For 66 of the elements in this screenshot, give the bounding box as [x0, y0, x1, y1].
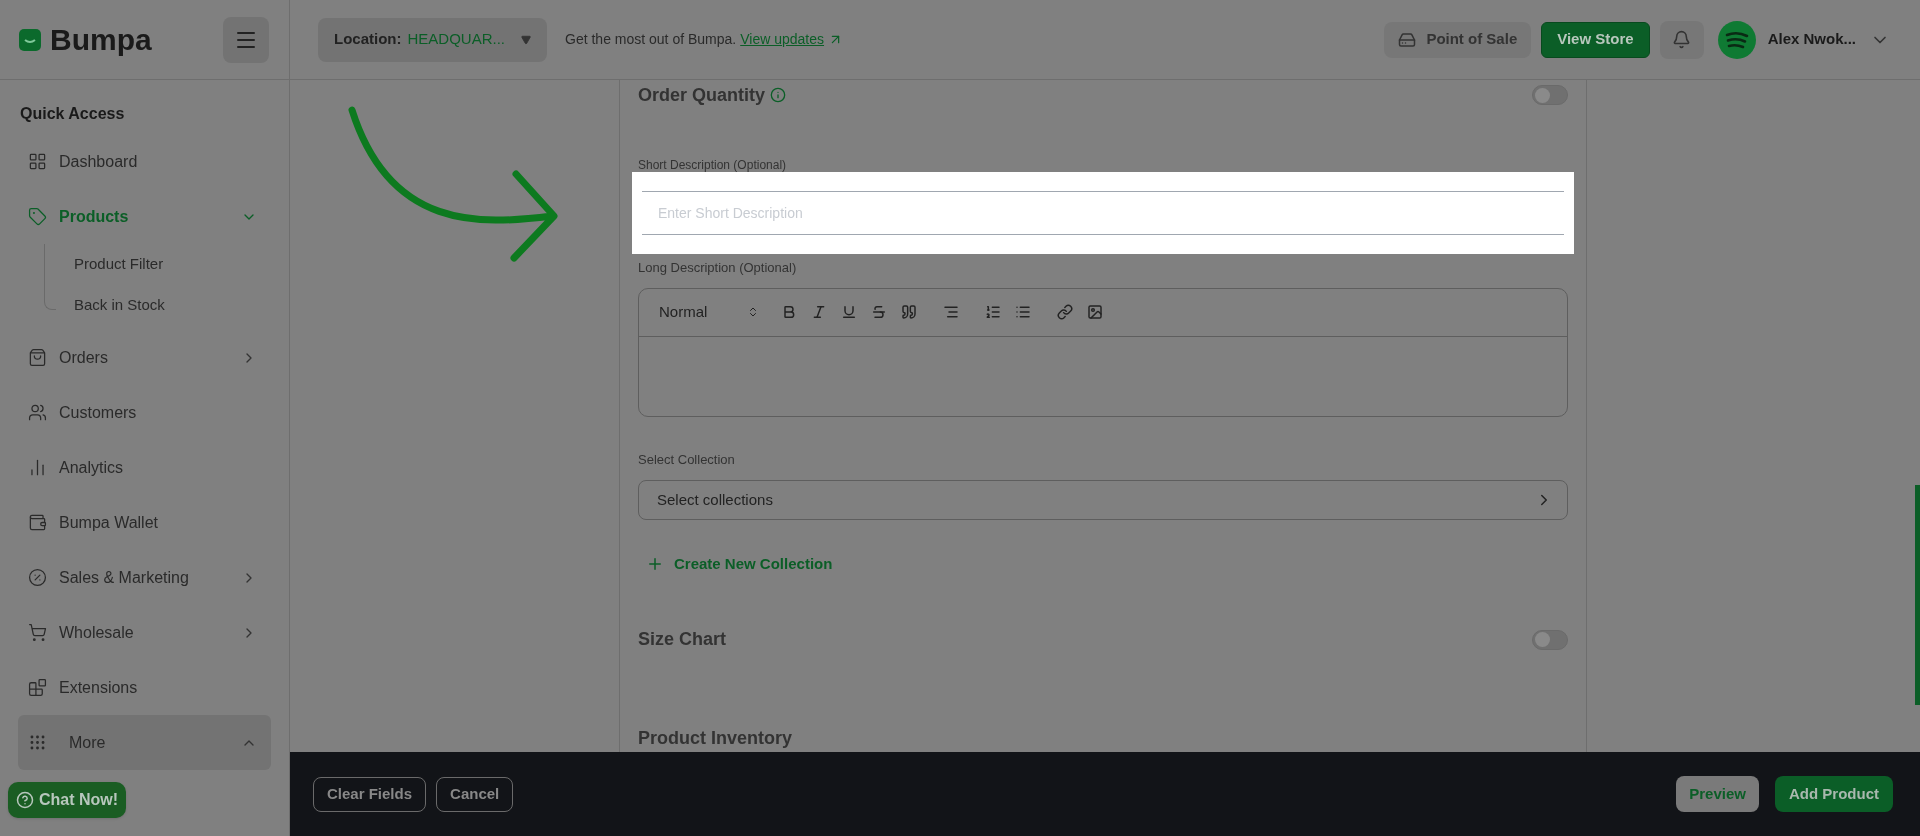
footer-button[interactable]: Cancel — [436, 776, 514, 812]
sidebar-item[interactable]: Analytics — [18, 440, 271, 495]
submenu-item[interactable]: Product Filter — [44, 244, 289, 285]
create-collection-link[interactable]: Create New Collection — [646, 552, 833, 575]
sidebar-item[interactable]: Bumpa Wallet — [18, 495, 271, 550]
sidebar-heading: Quick Access — [19, 104, 126, 124]
register-icon — [1398, 30, 1417, 49]
quote-icon[interactable] — [901, 304, 917, 320]
sidebar-item[interactable]: More — [18, 715, 271, 770]
view-updates-link[interactable]: View updates — [740, 29, 825, 50]
cart-icon — [28, 623, 47, 642]
field-label: Long Description (Optional) — [638, 259, 798, 277]
align-icon[interactable] — [943, 304, 959, 320]
caret-icon — [521, 34, 531, 45]
blocks-icon — [28, 678, 47, 697]
bar-chart-icon — [28, 458, 47, 477]
avatar-icon — [1717, 20, 1756, 59]
sidebar-item[interactable]: Orders — [18, 330, 271, 385]
sidebar-item[interactable]: Dashboard — [18, 134, 271, 189]
logo-icon — [18, 27, 42, 52]
bell-icon — [1672, 30, 1692, 49]
image-icon[interactable] — [1087, 304, 1103, 320]
notifications-button[interactable] — [1659, 20, 1704, 59]
strikethrough-icon[interactable] — [871, 304, 887, 320]
bullet-list-icon[interactable] — [1015, 304, 1031, 320]
wallet-icon — [28, 513, 47, 532]
underline-icon[interactable] — [841, 304, 857, 320]
location-dropdown[interactable]: Location: HEADQUAR... — [318, 17, 547, 62]
sidebar-item[interactable]: Customers — [18, 385, 271, 440]
numbered-list-icon[interactable] — [985, 304, 1001, 320]
section-title: Product Inventory — [638, 727, 794, 750]
chat-button[interactable]: Chat Now! — [8, 782, 127, 818]
sidebar-item[interactable]: Wholesale — [18, 605, 271, 660]
rich-text-editor[interactable]: Normal — [638, 287, 1568, 417]
point-of-sale-button[interactable]: Point of Sale — [1384, 21, 1532, 58]
promo-text: Get the most out of Bumpa. — [565, 30, 737, 49]
sidebar-item[interactable]: Extensions — [18, 660, 271, 715]
logo-text: Bumpa — [50, 22, 153, 58]
link-icon[interactable] — [1057, 304, 1073, 320]
collection-select[interactable]: Select collections — [638, 480, 1568, 520]
user-name[interactable]: Alex Nwok... — [1767, 28, 1856, 51]
format-select[interactable]: Normal — [659, 300, 759, 324]
bag-icon — [28, 348, 47, 367]
add-product-button[interactable]: Add Product — [1775, 776, 1893, 812]
toggle-switch[interactable] — [1532, 629, 1568, 650]
italic-icon[interactable] — [811, 304, 827, 320]
bold-icon[interactable] — [781, 304, 797, 320]
help-icon — [16, 791, 34, 809]
dots-grid-icon — [28, 733, 47, 752]
section-title: Size Chart — [638, 628, 727, 651]
field-label: Select Collection — [638, 450, 736, 469]
section-title: Order Quantity — [638, 83, 766, 107]
field-label: Short Description (Optional) — [638, 158, 788, 172]
sidebar-item[interactable]: Sales & Marketing — [18, 550, 271, 605]
updown-icon — [747, 306, 759, 318]
view-store-button[interactable]: View Store — [1541, 21, 1650, 58]
menu-button[interactable] — [223, 16, 269, 63]
tag-icon — [28, 207, 47, 226]
users-icon — [28, 403, 47, 422]
submenu-item[interactable]: Back in Stock — [44, 285, 289, 326]
footer-button[interactable]: Clear Fields — [313, 776, 427, 812]
sidebar-item[interactable]: Products — [18, 189, 271, 244]
info-icon — [770, 87, 787, 103]
grid-icon — [28, 152, 47, 171]
toggle-switch[interactable] — [1532, 85, 1568, 105]
percent-icon — [28, 568, 47, 587]
